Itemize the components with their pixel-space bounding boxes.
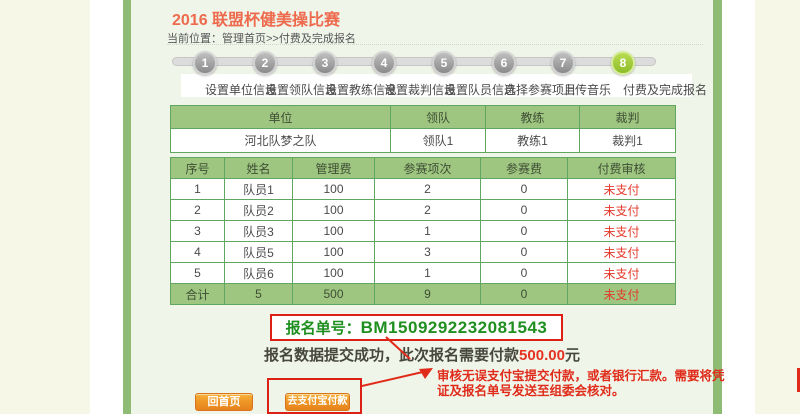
- order-number-value: BM1509292232081543: [361, 318, 548, 337]
- fee-table-header: 参赛费: [481, 158, 568, 179]
- summary-prefix: 报名数据提交成功，此次报名需要付款: [264, 347, 519, 364]
- stepper-track: [172, 57, 656, 66]
- fee-table-cell: 未支付: [568, 242, 676, 263]
- team-table-cell: 裁判1: [580, 129, 676, 153]
- step-circle-7[interactable]: 7: [551, 51, 575, 75]
- fee-table-header: 序号: [171, 158, 225, 179]
- fee-table-cell: 队员6: [225, 263, 293, 284]
- step-circle-4[interactable]: 4: [372, 51, 396, 75]
- fee-table-header: 管理费: [293, 158, 375, 179]
- fee-table-cell: 0: [481, 221, 568, 242]
- team-table-cell: 教练1: [486, 129, 580, 153]
- fee-table-cell: 队员2: [225, 200, 293, 221]
- breadcrumb-divider: [167, 44, 703, 45]
- fee-table-cell: 2: [171, 200, 225, 221]
- step-circle-5[interactable]: 5: [432, 51, 456, 75]
- fee-table-cell: 未支付: [568, 179, 676, 200]
- fee-table-cell: 队员5: [225, 242, 293, 263]
- fee-table-cell: 3: [171, 221, 225, 242]
- fee-table-total-cell: 0: [481, 284, 568, 305]
- order-number-box: 报名单号：BM1509292232081543: [270, 314, 563, 341]
- fee-table-cell: 2: [375, 179, 481, 200]
- fee-table-cell: 100: [293, 200, 375, 221]
- team-table-cell: 河北队梦之队: [171, 129, 391, 153]
- fee-table-cell: 100: [293, 242, 375, 263]
- fee-table-header: 付费审核: [568, 158, 676, 179]
- fee-table-cell: 1: [375, 221, 481, 242]
- team-table: 单位领队教练裁判 河北队梦之队领队1教练1裁判1: [170, 105, 676, 153]
- pay-button-highlight-box: [267, 378, 362, 414]
- fee-table-cell: 未支付: [568, 200, 676, 221]
- fee-table-cell: 4: [171, 242, 225, 263]
- fee-table-cell: 100: [293, 221, 375, 242]
- summary-suffix: 元: [565, 347, 580, 364]
- team-table-header: 裁判: [580, 106, 676, 129]
- fee-table-header: 参赛项次: [375, 158, 481, 179]
- fee-table-row: 3队员310010未支付: [171, 221, 676, 242]
- fee-table-cell: 100: [293, 263, 375, 284]
- home-button[interactable]: 回首页: [195, 393, 253, 411]
- fee-table-total-cell: 未支付: [568, 284, 676, 305]
- fee-table-row: 4队员510030未支付: [171, 242, 676, 263]
- step-circle-2[interactable]: 2: [253, 51, 277, 75]
- fee-table-total-cell: 500: [293, 284, 375, 305]
- fee-table-cell: 1: [171, 179, 225, 200]
- fee-table-row: 1队员110020未支付: [171, 179, 676, 200]
- payment-instruction-note: 审核无误支付宝提交付款，或者银行汇款。需要将凭证及报名单号发送至组委会核对。: [437, 369, 733, 399]
- page-title: 2016 联盟杯健美操比赛: [172, 6, 340, 30]
- team-table-row: 河北队梦之队领队1教练1裁判1: [171, 129, 676, 153]
- fee-table-cell: 0: [481, 242, 568, 263]
- team-table-header: 教练: [486, 106, 580, 129]
- fee-table-total-cell: 5: [225, 284, 293, 305]
- team-table-cell: 领队1: [391, 129, 486, 153]
- step-circle-1[interactable]: 1: [193, 51, 217, 75]
- fee-table: 序号姓名管理费参赛项次参赛费付费审核 1队员110020未支付2队员210020…: [170, 157, 676, 305]
- fee-table-cell: 3: [375, 242, 481, 263]
- payment-summary: 报名数据提交成功，此次报名需要付款500.00元: [131, 344, 713, 365]
- right-white-column: [722, 0, 755, 414]
- summary-amount: 500.00: [519, 347, 565, 364]
- fee-table-header: 姓名: [225, 158, 293, 179]
- step-circle-3[interactable]: 3: [313, 51, 337, 75]
- fee-table-row: 2队员210020未支付: [171, 200, 676, 221]
- fee-table-cell: 2: [375, 200, 481, 221]
- fee-table-cell: 0: [481, 263, 568, 284]
- fee-table-cell: 100: [293, 179, 375, 200]
- step-circle-6[interactable]: 6: [492, 51, 516, 75]
- fee-table-cell: 队员3: [225, 221, 293, 242]
- order-number-label: 报名单号：: [286, 320, 361, 337]
- fee-table-total-cell: 合计: [171, 284, 225, 305]
- fee-table-cell: 队员1: [225, 179, 293, 200]
- fee-table-cell: 0: [481, 179, 568, 200]
- left-white-column: [90, 0, 124, 414]
- fee-table-cell: 未支付: [568, 263, 676, 284]
- fee-table-cell: 0: [481, 200, 568, 221]
- fee-table-cell: 5: [171, 263, 225, 284]
- fee-table-total-cell: 9: [375, 284, 481, 305]
- team-table-header: 领队: [391, 106, 486, 129]
- step-circle-8[interactable]: 8: [611, 51, 635, 75]
- right-green-border: [713, 0, 722, 414]
- team-table-head-row: 单位领队教练裁判: [171, 106, 676, 129]
- fee-table-cell: 未支付: [568, 221, 676, 242]
- left-green-border: [123, 0, 131, 414]
- fee-table-total-row: 合计550090未支付: [171, 284, 676, 305]
- team-table-header: 单位: [171, 106, 391, 129]
- fee-table-cell: 1: [375, 263, 481, 284]
- fee-table-row: 5队员610010未支付: [171, 263, 676, 284]
- fee-table-head-row: 序号姓名管理费参赛项次参赛费付费审核: [171, 158, 676, 179]
